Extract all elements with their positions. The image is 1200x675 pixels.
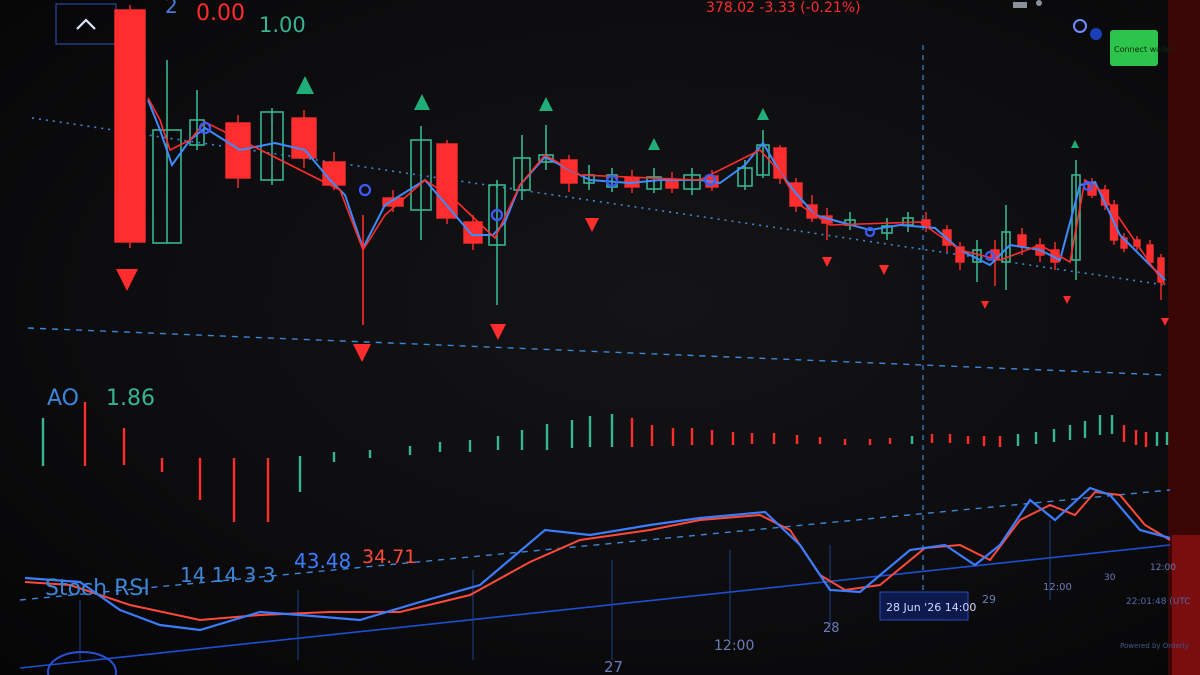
crosshair-time-badge: 28 Jun '26 14:00 [879, 591, 976, 621]
gear-icon[interactable] [1073, 19, 1087, 33]
triangle-down-icon [822, 257, 832, 267]
trading-screen: 2 0.00 1.00 378.02 -3.33 (-0.21%) Connec… [0, 0, 1200, 675]
price-chart[interactable]: 2 0.00 1.00 378.02 -3.33 (-0.21%) Connec… [0, 0, 1200, 675]
time-label: 30 [1104, 573, 1116, 583]
time-label: 27 [604, 658, 623, 675]
candle-body [322, 161, 346, 186]
candle-body [1017, 234, 1027, 247]
candle-body [463, 221, 483, 244]
triangle-up-icon [539, 97, 553, 111]
stoch-d-line [24, 490, 1171, 622]
ao-value: 1.86 [106, 386, 155, 411]
time-label: 12:00 [1150, 563, 1176, 573]
time-label: 29 [982, 593, 996, 606]
connect-wallet-label: Connect wallet [1114, 45, 1174, 54]
candle-body [291, 117, 317, 159]
triangle-up-icon [296, 76, 1079, 150]
top-right-icons [1013, 0, 1102, 40]
triangle-down-icon [1063, 296, 1071, 304]
triangle-up-icon [757, 108, 769, 120]
connect-wallet-button[interactable]: Connect wallet [1110, 30, 1174, 66]
triangle-up-icon [296, 76, 314, 94]
time-label: 12:00 [1043, 582, 1072, 593]
ao-histogram [41, 402, 1169, 522]
info-icon[interactable] [1090, 28, 1102, 40]
price-change-line: 378.02 -3.33 (-0.21%) [706, 0, 861, 16]
stoch-d-value: 34.71 [362, 546, 416, 568]
candlestick-series [114, 5, 1165, 305]
stoch-rsi-label: Stoch RSI [45, 576, 150, 601]
triangle-down-icon [981, 301, 989, 309]
ao-label: AO [47, 386, 79, 411]
triangle-down-icon [116, 218, 1169, 362]
crosshair-time-label: 28 Jun '26 14:00 [886, 601, 976, 614]
ohlc-fragment: 2 [165, 0, 178, 18]
stoch-k-value: 43.48 [294, 549, 351, 573]
powered-by: Powered by Orderly [1120, 642, 1189, 650]
change-green-value: 1.00 [259, 13, 306, 37]
time-label: 28 [823, 621, 840, 636]
candle-body [665, 179, 679, 189]
triangle-down-icon [490, 324, 506, 340]
change-red-value: 0.00 [196, 1, 245, 26]
candle-body [225, 122, 251, 179]
triangle-up-icon [1071, 140, 1079, 148]
triangle-up-icon [648, 138, 660, 150]
stoch-rsi-params: 14 14 3 3 [180, 563, 275, 587]
ma-markers [198, 121, 1094, 262]
triangle-down-icon [585, 218, 599, 232]
utc-clock: 22:01:48 (UTC [1126, 597, 1191, 607]
chevron-up-icon [76, 18, 96, 30]
collapse-button[interactable] [55, 3, 117, 45]
triangle-down-icon [353, 344, 371, 362]
candle-body [114, 9, 146, 243]
stoch-k-line [24, 486, 1171, 632]
triangle-down-icon [116, 269, 138, 291]
triangle-down-icon [879, 265, 889, 275]
window-icon[interactable] [1013, 2, 1027, 8]
triangle-up-icon [414, 94, 430, 110]
triangle-down-icon [1161, 318, 1169, 326]
time-label: 12:00 [714, 638, 754, 654]
stoch-grid [79, 520, 1051, 660]
menu-dot-icon[interactable] [1036, 0, 1042, 6]
trend-line-lower [27, 327, 1166, 376]
